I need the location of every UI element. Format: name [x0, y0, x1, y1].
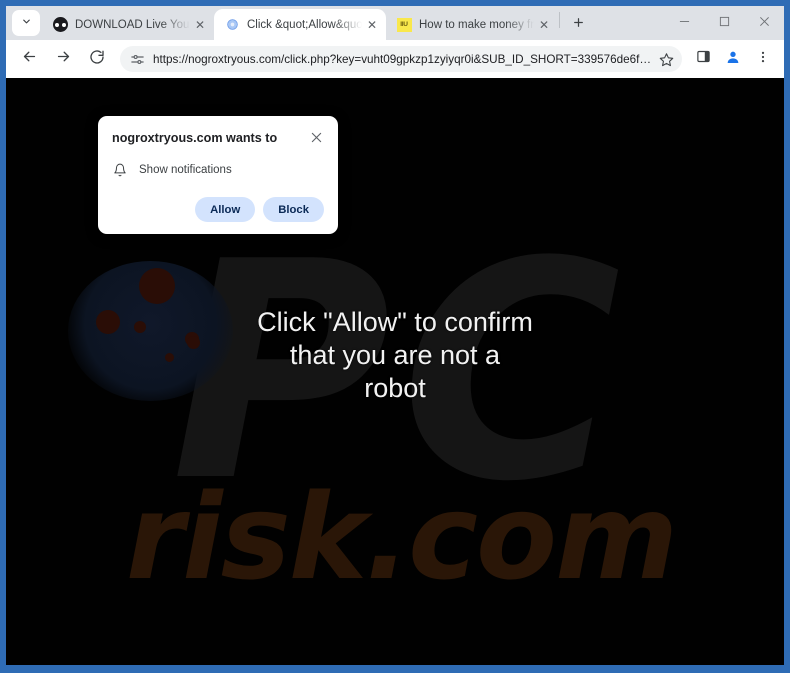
tab-close-button[interactable]: ✕ [536, 17, 552, 33]
url-text: https://nogroxtryous.com/click.php?key=v… [153, 52, 655, 66]
back-button[interactable] [15, 45, 43, 73]
permission-row: Show notifications [112, 162, 324, 178]
arrow-left-icon [21, 48, 38, 70]
profile-button[interactable] [719, 45, 747, 73]
minimize-button[interactable] [664, 8, 704, 38]
star-outline-icon[interactable] [655, 48, 677, 70]
side-panel-button[interactable] [689, 45, 717, 73]
window-controls [664, 6, 784, 40]
tab-search-button[interactable] [12, 10, 40, 36]
block-button[interactable]: Block [263, 197, 324, 222]
reload-icon [89, 49, 105, 70]
decorative-dot [139, 268, 175, 304]
tab-separator [559, 11, 560, 28]
address-bar[interactable]: https://nogroxtryous.com/click.php?key=v… [120, 46, 682, 72]
account-avatar-icon [725, 49, 741, 70]
tab-download-live-your-own-life[interactable]: DOWNLOAD Live Your Own Life ✕ [42, 9, 214, 40]
tab-click-allow[interactable]: Click &quot;Allow&quot; ✕ [214, 9, 386, 40]
maximize-button[interactable] [704, 8, 744, 38]
dialog-close-button[interactable] [308, 129, 324, 145]
reload-button[interactable] [83, 45, 111, 73]
close-icon [311, 132, 321, 142]
close-window-button[interactable] [744, 8, 784, 38]
page-heading: Click "Allow" to confirm that you are no… [6, 306, 784, 405]
three-dot-menu-icon [756, 50, 770, 69]
allow-button[interactable]: Allow [195, 197, 256, 222]
tab-close-button[interactable]: ✕ [364, 17, 380, 33]
three-dot-menu-button[interactable] [749, 45, 777, 73]
tab-how-to-make-money-from-home[interactable]: IIU How to make money from home ✕ [386, 9, 558, 40]
tune-sliders-icon[interactable] [128, 50, 146, 68]
minimize-icon [679, 16, 690, 30]
favicon-text: IIU [396, 17, 412, 32]
maximize-icon [719, 16, 730, 30]
desktop-window-frame: DOWNLOAD Live Your Own Life ✕ Click &quo… [0, 0, 790, 673]
tab-title: Click &quot;Allow&quot; [247, 18, 362, 31]
side-panel-icon [696, 49, 711, 69]
bell-icon [112, 162, 128, 178]
dialog-title: nogroxtryous.com wants to [112, 131, 278, 145]
tab-title: DOWNLOAD Live Your Own Life [75, 18, 190, 31]
heading-line-2: that you are not a [289, 340, 501, 370]
tab-strip: DOWNLOAD Live Your Own Life ✕ Click &quo… [6, 6, 784, 40]
chevron-down-icon [21, 14, 32, 32]
browser-window: DOWNLOAD Live Your Own Life ✕ Click &quo… [6, 6, 784, 665]
arrow-right-icon [55, 48, 72, 70]
dark-circle-favicon [52, 17, 68, 33]
browser-toolbar: https://nogroxtryous.com/click.php?key=v… [6, 40, 784, 78]
blue-bell-favicon [224, 17, 240, 33]
plus-icon [572, 15, 585, 32]
yellow-iiu-favicon: IIU [396, 17, 412, 33]
heading-line-1: Click "Allow" to confirm [257, 307, 533, 337]
dialog-header: nogroxtryous.com wants to [112, 130, 324, 146]
new-tab-button[interactable] [565, 10, 591, 36]
page-viewport: PC risk.com Click "Allow" to confirm tha… [6, 78, 784, 665]
permission-label: Show notifications [139, 164, 232, 176]
notification-permission-dialog: nogroxtryous.com wants to Show notificat… [98, 116, 338, 234]
close-icon [759, 16, 770, 30]
heading-line-3: robot [364, 373, 426, 403]
tab-title: How to make money from home [419, 18, 534, 31]
tab-close-button[interactable]: ✕ [192, 17, 208, 33]
forward-button[interactable] [49, 45, 77, 73]
watermark-risk-text: risk.com [125, 468, 678, 606]
dialog-actions: Allow Block [112, 197, 324, 222]
